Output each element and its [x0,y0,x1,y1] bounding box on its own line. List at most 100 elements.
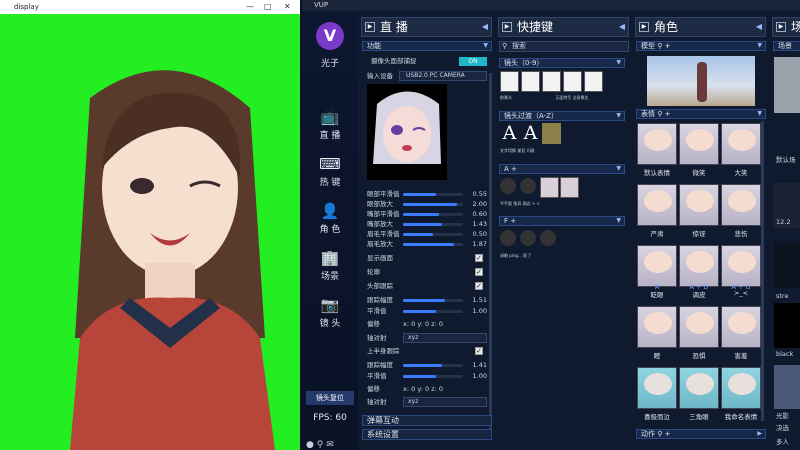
a-hotkey-4[interactable] [560,177,579,198]
transition-text-thumb[interactable]: A [500,123,519,144]
search-icon[interactable]: ⚲ [657,430,662,438]
a-hotkey-3[interactable] [540,177,559,198]
expression-thumb[interactable] [721,367,761,409]
cam-thumb-1[interactable] [500,71,519,92]
link-icon[interactable]: ⚲ [317,440,324,450]
add-icon[interactable]: + [665,42,671,50]
expression-thumb[interactable] [637,123,677,165]
cam-thumb-5[interactable] [584,71,603,92]
add-icon[interactable]: + [665,110,671,118]
transition-fade-thumb[interactable]: A [521,123,540,144]
expression-thumb[interactable] [679,123,719,165]
minimize-button[interactable]: — [246,0,254,14]
slider-fill [403,213,439,216]
nav-item-role[interactable]: 👤 角 色 [302,202,358,235]
outline-checkbox[interactable]: ✓ [475,268,483,276]
expression-thumb[interactable] [721,123,761,165]
slider-track[interactable] [403,299,463,302]
expression-section[interactable]: 表情 ⚲ + ▼ [636,109,766,119]
capture-toggle[interactable]: ON [459,57,487,66]
slider-value: 1.51 [472,296,487,304]
mail-icon[interactable]: ✉ [326,440,334,450]
expression-thumb[interactable] [721,306,761,348]
expression-label: 害羞 [734,352,748,360]
transition-section[interactable]: 镜头过渡（A-Z） ▼ [499,111,625,121]
expression-thumb[interactable] [637,245,677,287]
slider-track[interactable] [403,193,463,196]
a-hotkey-1[interactable] [500,178,516,194]
actions-section[interactable]: 动作 ⚲ + ▶ [636,429,766,439]
chat-icon[interactable]: ● [306,440,314,450]
expression-scrollbar[interactable] [761,121,764,421]
expression-thumb[interactable] [679,245,719,287]
scene-thumb-3[interactable] [774,243,800,288]
show-screen-checkbox[interactable]: ✓ [475,254,483,262]
f-plus-section[interactable]: F + ▼ [499,216,625,226]
slider-track[interactable] [403,213,463,216]
danmaku-section[interactable]: 弹幕互动 [362,415,492,426]
add-icon[interactable]: + [665,430,671,438]
collapse-arrow-icon[interactable]: ◀ [482,18,488,36]
hotkey-search-input[interactable]: ⚲ 搜索 [499,41,629,52]
expression-thumb[interactable] [679,184,719,226]
cam-thumb-4[interactable] [563,71,582,92]
search-icon[interactable]: ⚲ [657,110,662,118]
model-section[interactable]: 模型 ⚲ + ▼ [636,41,766,51]
transition-flash-thumb[interactable] [542,123,561,144]
a-hotkey-labels: 平手版 兔耳 两边 > < [500,201,540,206]
head-tracking-checkbox[interactable]: ✓ [475,282,483,290]
expression-thumb[interactable] [679,306,719,348]
offset2-xyz[interactable]: x: 0 y: 0 z: 0 [403,384,443,394]
a-hotkey-2[interactable] [520,178,536,194]
expression-thumb[interactable] [637,184,677,226]
camera-reset-button[interactable]: 镜头复位 [306,391,354,405]
offset-xyz[interactable]: x: 0 y: 0 z: 0 [403,319,443,329]
axis-select[interactable]: xyz [403,333,487,343]
search-icon[interactable]: ⚲ [657,42,662,50]
expression-thumb[interactable] [721,245,761,287]
maximize-button[interactable]: □ [264,0,272,14]
axis2-select[interactable]: xyz [403,397,487,407]
slider-track[interactable] [403,223,463,226]
expression-thumb[interactable] [721,184,761,226]
scene-thumb-5[interactable] [774,365,800,409]
nav-item-hotkeys[interactable]: ⌨ 热 键 [302,155,358,188]
model-thumbnail[interactable] [647,56,755,106]
camera-hotkey-section[interactable]: 镜头（0-9） ▼ [499,58,625,68]
close-button[interactable]: ✕ [284,0,291,14]
nav-item-camera[interactable]: 📷 镜 头 [302,296,358,329]
collapse-arrow-icon[interactable]: ◀ [619,18,625,36]
expression-thumb[interactable] [679,367,719,409]
slider-track[interactable] [403,203,463,206]
f-hotkey-3[interactable] [540,230,556,246]
input-device-select[interactable]: USB2.0 PC CAMERA [399,71,487,81]
slider-track[interactable] [403,243,463,246]
scene-thumb-4[interactable] [774,303,800,348]
scene-section[interactable]: 场景 [773,41,800,51]
scene-thumb-1[interactable] [774,57,800,113]
slider-fill [403,203,457,206]
expression-thumb[interactable] [637,367,677,409]
collapse-arrow-icon[interactable]: ◀ [756,18,762,36]
f-hotkey-2[interactable] [520,230,536,246]
slider-label: 眉毛平滑值 [367,230,400,238]
slider-track[interactable] [403,233,463,236]
f-hotkey-1[interactable] [500,230,516,246]
live-scrollbar[interactable] [489,73,492,433]
nav-item-live[interactable]: 📺 直 播 [302,108,358,141]
cam-thumb-labels: 前景头 正面特写 全身景比 [500,95,589,100]
cam-thumb-3[interactable] [542,71,561,92]
live-panel: ▶ 直 播 ◀ 功能 ▼ 摄像头面部捕捉 ON 输入设备 USB2.0 PC CAME… [359,13,493,450]
system-settings-section[interactable]: 系统设置 [362,429,492,440]
cam-thumb-2[interactable] [521,71,540,92]
slider-track[interactable] [403,310,463,313]
upper-body-checkbox[interactable]: ✓ [475,347,483,355]
expression-thumb[interactable] [637,306,677,348]
function-section[interactable]: 功能 ▼ [362,41,492,51]
axis2-label: 轴对射 [367,398,387,406]
slider-track[interactable] [403,375,463,378]
a-plus-section[interactable]: A + ▼ [499,164,625,174]
slider-track[interactable] [403,364,463,367]
user-avatar[interactable]: V [316,22,344,50]
nav-item-scene[interactable]: 🏢 场景 [302,249,358,282]
